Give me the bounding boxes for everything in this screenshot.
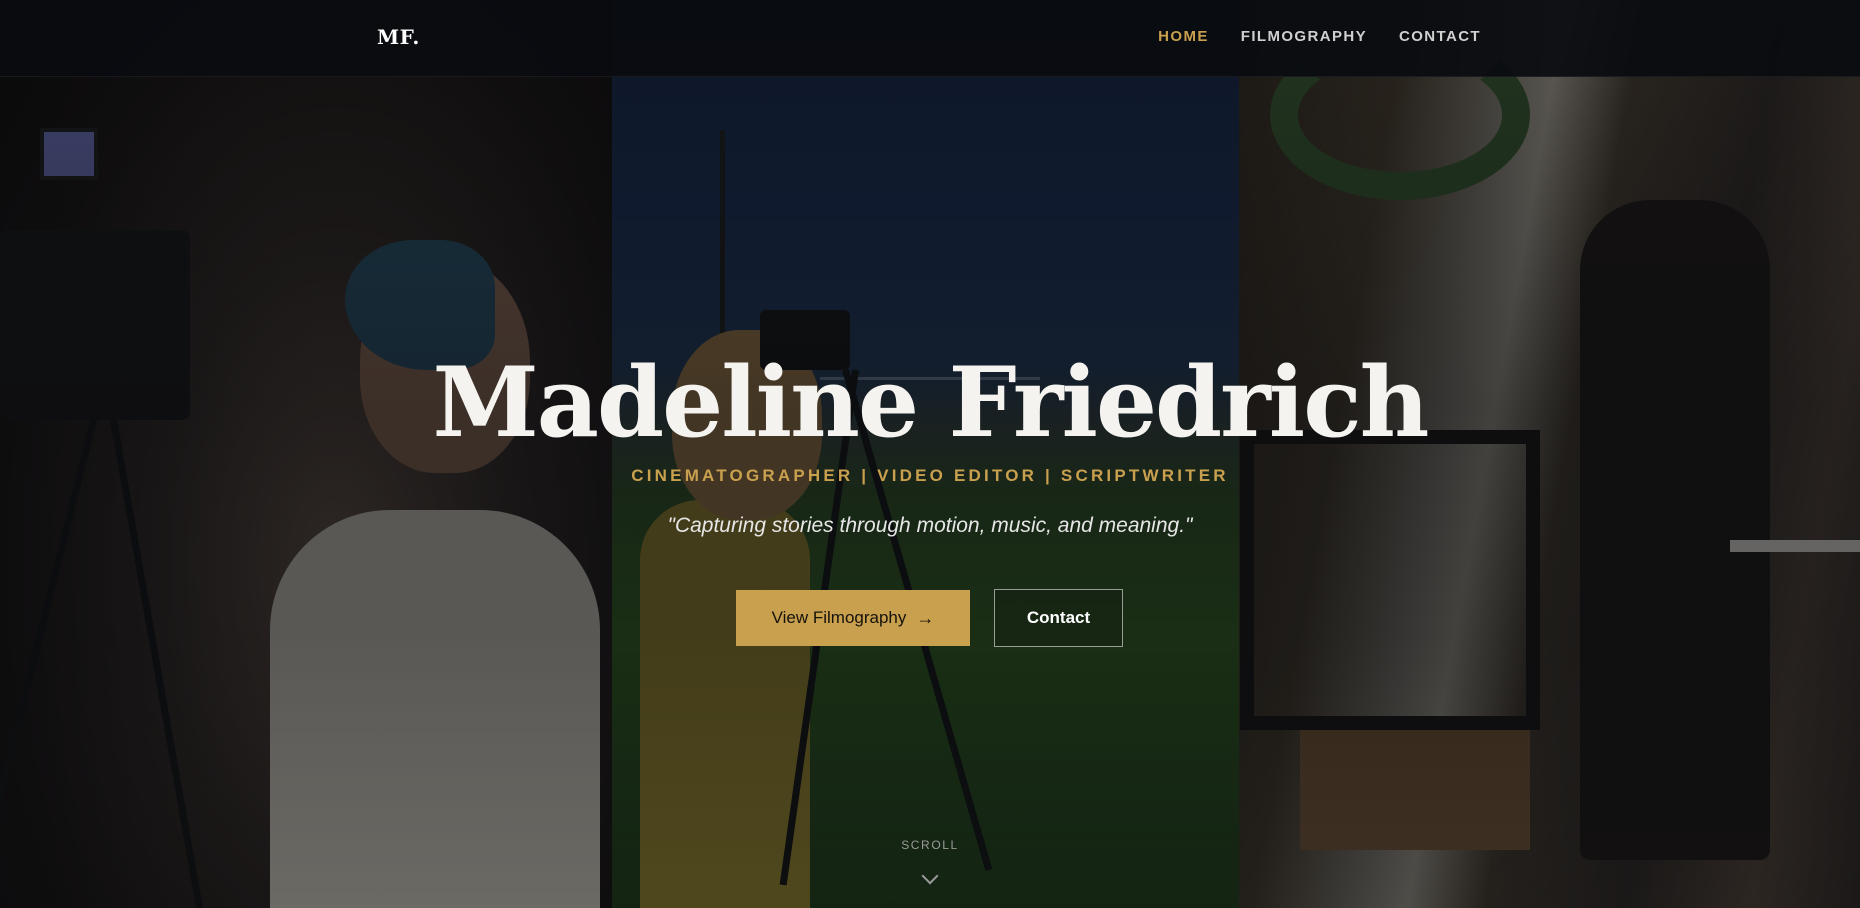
hero-tagline: "Capturing stories through motion, music… — [667, 514, 1193, 537]
view-filmography-button[interactable]: View Filmography → — [736, 590, 970, 646]
chevron-down-icon[interactable] — [921, 867, 939, 885]
contact-button[interactable]: Contact — [994, 589, 1123, 647]
hero-roles: CINEMATOGRAPHER | VIDEO EDITOR | SCRIPTW… — [631, 466, 1229, 485]
view-filmography-label: View Filmography — [771, 608, 907, 627]
arrow-right-icon: → — [916, 608, 935, 628]
scroll-indicator-label[interactable]: SCROLL — [0, 838, 1860, 852]
hero-content: Madeline Friedrich CINEMATOGRAPHER | VID… — [0, 0, 1860, 908]
contact-button-label: Contact — [1026, 608, 1091, 627]
hero-title: Madeline Friedrich — [432, 346, 1430, 459]
